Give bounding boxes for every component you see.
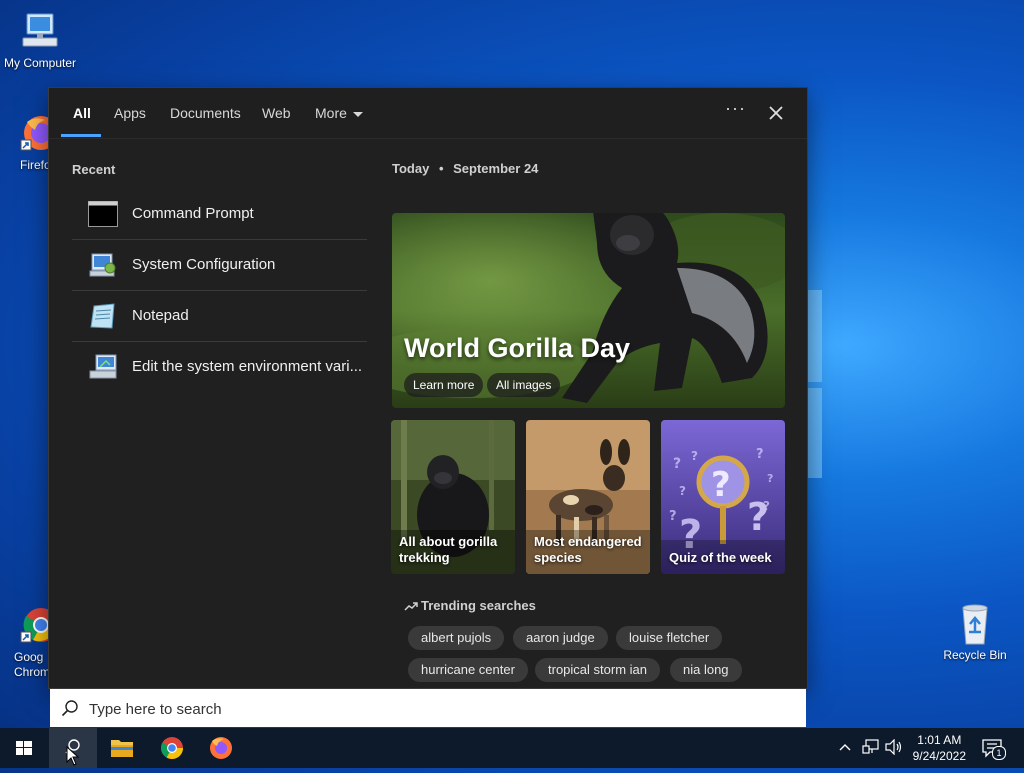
recent-heading: Recent — [72, 162, 116, 177]
desktop-icon-recycle-bin[interactable]: Recycle Bin — [935, 602, 1015, 662]
recent-item-label: Notepad — [132, 307, 189, 324]
mouse-cursor-icon — [66, 746, 80, 766]
today-date-header: Today • September 24 — [392, 161, 538, 176]
hero-title: World Gorilla Day — [404, 333, 631, 363]
svg-text:?: ? — [711, 465, 731, 505]
trending-pill[interactable]: albert pujols — [408, 626, 505, 650]
card-caption: Most endangered species — [534, 534, 642, 566]
today-label: Today — [392, 161, 430, 176]
notepad-icon — [88, 303, 118, 329]
learn-more-button[interactable]: Learn more — [404, 373, 484, 397]
recent-item-label: System Configuration — [132, 256, 276, 273]
wallpaper-beam — [807, 290, 822, 382]
search-icon — [61, 699, 79, 722]
tab-more[interactable]: More — [315, 105, 363, 121]
trending-pill[interactable]: louise fletcher — [616, 626, 723, 650]
card-gorilla-trekking[interactable]: All about gorilla trekking — [391, 420, 515, 574]
all-images-button[interactable]: All images — [487, 373, 561, 397]
desktop-icon-label: My Computer — [3, 56, 77, 70]
search-panel: All Apps Documents Web More ··· Recent C… — [49, 88, 807, 688]
recent-item-environment-variables[interactable]: Edit the system environment vari... — [72, 342, 367, 392]
trending-pill[interactable]: nia long — [670, 658, 742, 682]
firefox-icon — [210, 737, 232, 759]
close-button[interactable] — [763, 100, 789, 126]
trending-pill[interactable]: aaron judge — [513, 626, 608, 650]
card-caption-line: Quiz of the week — [669, 550, 772, 565]
search-taskbar-button[interactable] — [49, 728, 97, 768]
action-center-button[interactable]: 1 — [980, 737, 1006, 760]
card-caption-line: Most endangered — [534, 534, 642, 549]
card-caption-line: All about gorilla — [399, 534, 498, 549]
show-hidden-icons-button[interactable] — [838, 740, 852, 759]
start-button[interactable] — [0, 728, 48, 768]
desktop-icon-my-computer[interactable]: My Computer — [0, 10, 80, 70]
system-configuration-icon — [88, 252, 118, 278]
trending-icon — [404, 599, 418, 614]
svg-text:?: ? — [673, 456, 681, 472]
active-tab-indicator — [61, 134, 101, 137]
clock[interactable]: 1:01 AM 9/24/2022 — [913, 732, 966, 764]
tab-documents[interactable]: Documents — [170, 105, 241, 121]
clock-time: 1:01 AM — [917, 733, 962, 747]
system-properties-icon — [88, 354, 118, 380]
recent-item-command-prompt[interactable]: Command Prompt — [72, 189, 367, 240]
svg-text:?: ? — [767, 472, 773, 485]
tab-apps[interactable]: Apps — [114, 105, 146, 121]
recent-item-system-configuration[interactable]: System Configuration — [72, 240, 367, 291]
network-icon — [862, 739, 879, 754]
card-quiz-of-the-week[interactable]: ? ? ? ? ? ? ? ? ? ? Quiz of the week — [661, 420, 785, 574]
chrome-icon — [161, 737, 183, 759]
search-input[interactable] — [87, 697, 791, 721]
svg-text:?: ? — [691, 449, 698, 463]
folder-icon — [111, 740, 133, 757]
close-icon — [769, 106, 783, 120]
today-date: September 24 — [453, 161, 539, 176]
svg-text:?: ? — [747, 495, 769, 539]
svg-text:?: ? — [669, 509, 677, 524]
desktop-icon-label: Recycle Bin — [943, 648, 1007, 662]
chevron-down-icon — [352, 111, 363, 117]
more-options-button[interactable]: ··· — [725, 98, 746, 119]
network-button[interactable] — [862, 739, 880, 760]
hero-card-world-gorilla-day[interactable]: World Gorilla Day Learn more All images — [392, 213, 785, 408]
chrome-taskbar-button[interactable] — [148, 728, 196, 768]
firefox-taskbar-button[interactable] — [197, 728, 245, 768]
wallpaper-beam — [807, 388, 822, 478]
trending-heading-label: Trending searches — [421, 598, 536, 613]
computer-icon — [19, 10, 61, 52]
search-tabs-bar: All Apps Documents Web More ··· — [49, 88, 807, 139]
windows-logo-icon — [16, 741, 32, 755]
tab-all[interactable]: All — [73, 105, 91, 121]
tab-web[interactable]: Web — [262, 105, 291, 121]
desktop-icon-label: Goog Chrom — [14, 650, 51, 679]
today-separator: • — [438, 161, 444, 176]
trending-searches-heading: Trending searches — [404, 598, 536, 614]
recent-item-label: Edit the system environment vari... — [132, 358, 363, 375]
volume-button[interactable] — [885, 738, 903, 760]
chevron-up-icon — [839, 744, 851, 751]
recycle-bin-icon — [954, 602, 996, 645]
card-caption: Quiz of the week — [669, 550, 772, 566]
card-caption-line: species — [534, 550, 582, 565]
trending-pill[interactable]: hurricane center — [408, 658, 528, 682]
recent-item-label: Command Prompt — [132, 205, 254, 222]
card-endangered-species[interactable]: Most endangered species — [526, 420, 650, 574]
clock-date: 9/24/2022 — [912, 749, 966, 763]
speaker-icon — [885, 738, 902, 756]
card-caption-line: trekking — [399, 550, 450, 565]
card-caption: All about gorilla trekking — [399, 534, 497, 566]
search-box[interactable] — [50, 689, 806, 727]
trending-pill[interactable]: tropical storm ian — [535, 658, 660, 682]
tab-more-label: More — [315, 105, 347, 121]
recent-item-notepad[interactable]: Notepad — [72, 291, 367, 342]
notification-count-badge: 1 — [992, 746, 1006, 760]
taskbar: 1:01 AM 9/24/2022 1 — [0, 728, 1024, 768]
svg-text:?: ? — [679, 484, 686, 498]
svg-text:?: ? — [756, 447, 764, 462]
command-prompt-icon — [88, 201, 118, 227]
file-explorer-taskbar-button[interactable] — [98, 728, 146, 768]
